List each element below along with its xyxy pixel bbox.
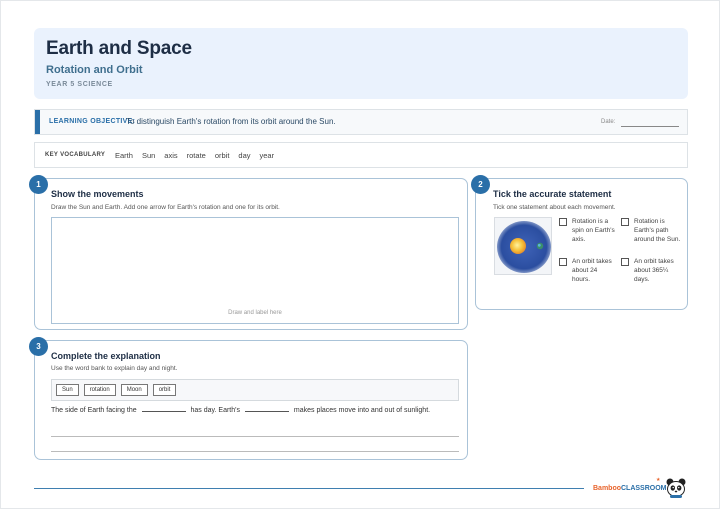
section2-title: Tick the accurate statement — [493, 189, 612, 199]
explanation-sentence: The side of Earth facing the has day. Ea… — [51, 407, 430, 414]
panda-icon — [665, 477, 687, 499]
option-checkbox[interactable] — [559, 258, 567, 266]
date-label: Date: — [601, 119, 616, 125]
worksheet-page: Earth and Space Rotation and Orbit YEAR … — [0, 0, 720, 509]
option-checkbox[interactable] — [559, 218, 567, 226]
footer-divider — [34, 488, 584, 489]
objective-accent-bar — [35, 110, 40, 134]
blank-field[interactable] — [244, 411, 289, 412]
word-bank: Sun rotation Moon orbit — [51, 379, 459, 401]
option-rotation-spin[interactable]: Rotation is a spin on Earth's axis. — [559, 217, 617, 244]
section3-number-badge: 3 — [29, 337, 48, 356]
option-checkbox[interactable] — [621, 258, 629, 266]
page-title: Earth and Space — [46, 38, 192, 59]
section3-instruction: Use the word bank to explain day and nig… — [51, 365, 178, 372]
vocab-word: Earth — [115, 151, 133, 160]
section3-title: Complete the explanation — [51, 351, 161, 361]
option-text: An orbit takes about 365¼ days. — [634, 258, 674, 283]
star-icon: ★ — [656, 477, 661, 483]
vocab-word: year — [259, 151, 275, 160]
sun-earth-illustration-icon — [494, 217, 552, 275]
word-chip: Moon — [120, 384, 148, 396]
writing-line[interactable] — [51, 451, 459, 452]
word-chip: Sun — [56, 384, 79, 396]
vocab-words: Earth Sun axis rotate orbit day year — [115, 151, 283, 160]
vocab-word: day — [238, 151, 251, 160]
vocab-word: axis — [164, 151, 178, 160]
option-rotation-path[interactable]: Rotation is Earth's path around the Sun. — [621, 217, 681, 244]
option-text: Rotation is Earth's path around the Sun. — [634, 218, 681, 243]
vocab-word: rotate — [186, 151, 206, 160]
word-chip: rotation — [83, 384, 116, 396]
section2-instruction: Tick one statement about each movement. — [493, 204, 616, 211]
date-field[interactable] — [621, 126, 679, 127]
objective-text: To distinguish Earth's rotation from its… — [126, 117, 336, 126]
key-vocabulary-bar: KEY VOCABULARY Earth Sun axis rotate orb… — [34, 142, 688, 168]
word-chip: orbit — [152, 384, 177, 396]
vocab-label: KEY VOCABULARY — [45, 152, 106, 158]
drawing-area[interactable]: Draw and label here — [51, 217, 459, 324]
option-orbit-365days[interactable]: An orbit takes about 365¼ days. — [621, 257, 681, 284]
page-subtitle: Rotation and Orbit — [46, 64, 143, 76]
section-show-movements: Show the movements Draw the Sun and Eart… — [34, 178, 468, 330]
header-banner: Earth and Space Rotation and Orbit YEAR … — [34, 28, 688, 99]
vocab-word: orbit — [214, 151, 230, 160]
option-text: An orbit takes about 24 hours. — [572, 258, 612, 283]
objective-label: LEARNING OBJECTIVE: — [49, 118, 136, 125]
brand-logo: BambooCLASSROOM — [593, 485, 667, 492]
sentence-part: The side of Earth facing the — [51, 407, 137, 414]
brand-part2: CLASSROOM — [621, 485, 667, 492]
blank-field[interactable] — [141, 411, 186, 412]
section1-number-badge: 1 — [29, 175, 48, 194]
section-complete-explanation: Complete the explanation Use the word ba… — [34, 340, 468, 460]
writing-line[interactable] — [51, 436, 459, 437]
brand-part1: Bamboo — [593, 485, 621, 492]
option-orbit-24h[interactable]: An orbit takes about 24 hours. — [559, 257, 617, 284]
section2-number-badge: 2 — [471, 175, 490, 194]
year-label: YEAR 5 SCIENCE — [46, 81, 113, 88]
option-checkbox[interactable] — [621, 218, 629, 226]
learning-objective-bar: LEARNING OBJECTIVE: To distinguish Earth… — [34, 109, 688, 135]
section-tick-statement: Tick the accurate statement Tick one sta… — [475, 178, 688, 310]
option-text: Rotation is a spin on Earth's axis. — [572, 218, 615, 243]
section1-title: Show the movements — [51, 189, 144, 199]
vocab-word: Sun — [141, 151, 156, 160]
section1-instruction: Draw the Sun and Earth. Add one arrow fo… — [51, 204, 280, 211]
drawing-hint: Draw and label here — [228, 310, 282, 316]
sentence-part: has day. Earth's — [190, 407, 240, 414]
sentence-part: makes places move into and out of sunlig… — [293, 407, 431, 414]
